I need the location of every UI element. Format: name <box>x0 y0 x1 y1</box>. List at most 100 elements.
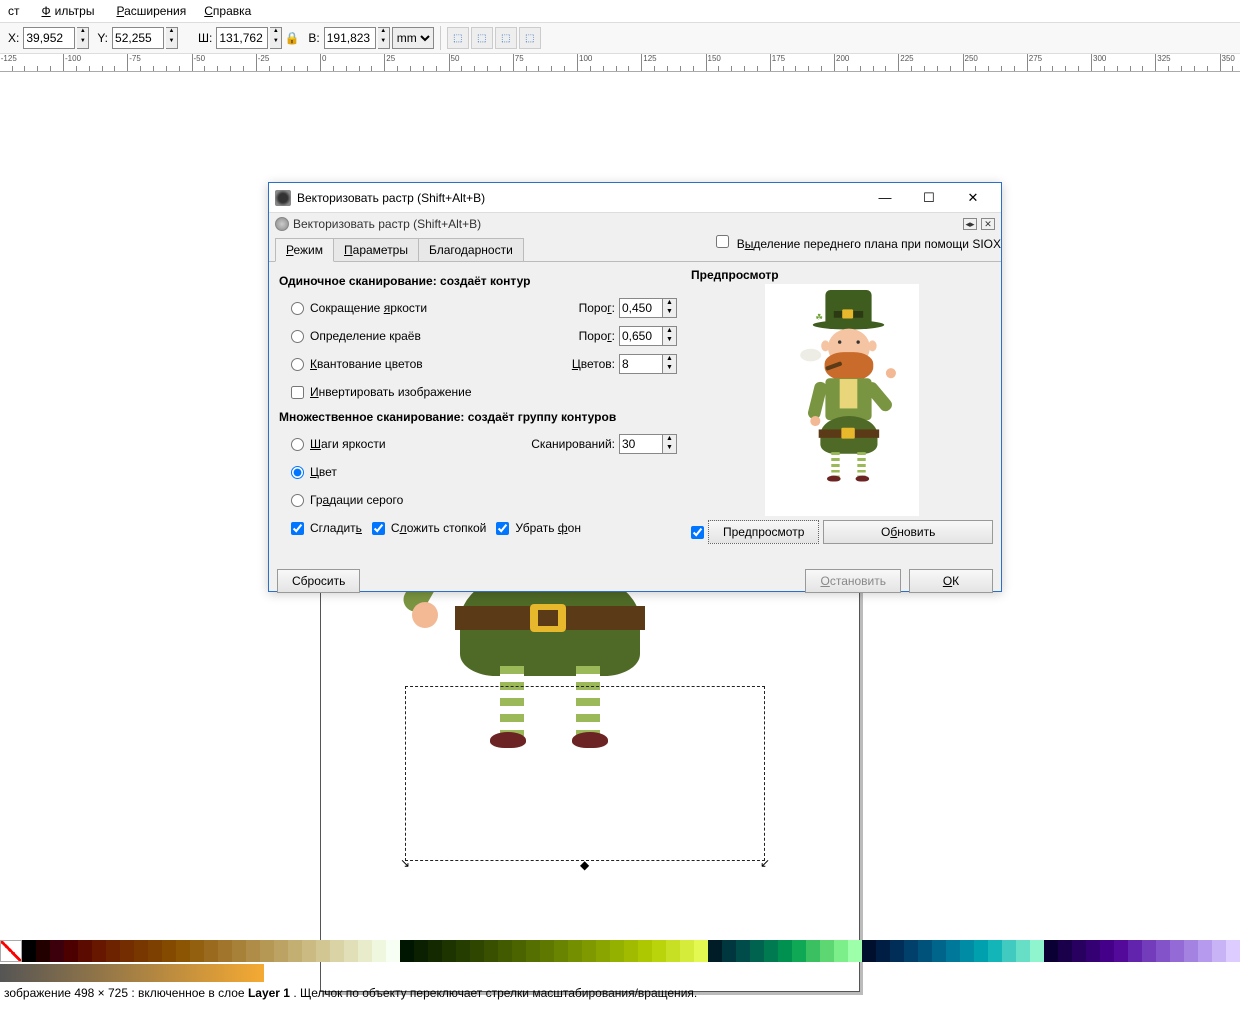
scans-input[interactable] <box>619 434 663 454</box>
resize-handle-s[interactable]: ◆ <box>580 858 590 868</box>
color-swatch[interactable] <box>120 940 134 962</box>
siox-option[interactable]: Выделение переднего плана при помощи SIO… <box>716 235 1001 261</box>
color-swatch[interactable] <box>1128 940 1142 962</box>
transform-mode-4[interactable]: ⬚ <box>519 27 541 49</box>
color-swatch[interactable] <box>498 940 512 962</box>
scans-spinner[interactable]: ▲▼ <box>663 434 677 454</box>
color-swatch[interactable] <box>1156 940 1170 962</box>
color-swatch[interactable] <box>1170 940 1184 962</box>
color-swatch[interactable] <box>176 940 190 962</box>
color-swatch[interactable] <box>1058 940 1072 962</box>
color-swatch[interactable] <box>526 940 540 962</box>
color-swatch[interactable] <box>554 940 568 962</box>
update-button[interactable]: Обновить <box>823 520 993 544</box>
siox-checkbox[interactable] <box>716 235 729 248</box>
color-swatch[interactable] <box>1212 940 1226 962</box>
menu-item-filters[interactable]: Фильтры <box>38 2 103 20</box>
color-swatch[interactable] <box>904 940 918 962</box>
transform-mode-1[interactable]: ⬚ <box>447 27 469 49</box>
color-swatch[interactable] <box>50 940 64 962</box>
tab-options[interactable]: Параметры <box>333 238 419 261</box>
grayscale-radio[interactable] <box>291 494 304 507</box>
color-swatch[interactable] <box>778 940 792 962</box>
color-swatch[interactable] <box>218 940 232 962</box>
color-swatch[interactable] <box>288 940 302 962</box>
color-swatch[interactable] <box>988 940 1002 962</box>
color-quant-radio[interactable] <box>291 358 304 371</box>
color-swatch[interactable] <box>848 940 862 962</box>
color-swatch[interactable] <box>428 940 442 962</box>
reset-button[interactable]: Сбросить <box>277 569 360 593</box>
color-swatch[interactable] <box>274 940 288 962</box>
color-swatch[interactable] <box>106 940 120 962</box>
color-swatch[interactable] <box>22 940 36 962</box>
color-swatch[interactable] <box>358 940 372 962</box>
lock-aspect-icon[interactable]: 🔒 <box>284 31 300 45</box>
color-swatch[interactable] <box>1030 940 1044 962</box>
dialog-titlebar[interactable]: Векторизовать растр (Shift+Alt+B) — ☐ ✕ <box>269 183 1001 213</box>
resize-handle-se[interactable]: ↙ <box>760 856 770 866</box>
w-input[interactable] <box>216 27 268 49</box>
brightness-steps-radio[interactable] <box>291 438 304 451</box>
tab-mode[interactable]: Режим <box>275 238 334 262</box>
color-swatch[interactable] <box>1016 940 1030 962</box>
color-swatch[interactable] <box>736 940 750 962</box>
minimize-button[interactable]: — <box>863 184 907 212</box>
color-swatch[interactable] <box>512 940 526 962</box>
menu-item-help[interactable]: Справка <box>200 2 255 20</box>
color-swatch[interactable] <box>1100 940 1114 962</box>
color-swatch[interactable] <box>834 940 848 962</box>
color-swatch[interactable] <box>666 940 680 962</box>
brightness-cutoff-radio[interactable] <box>291 302 304 315</box>
color-swatch[interactable] <box>820 940 834 962</box>
dock-controls[interactable]: ◂▸✕ <box>963 218 995 230</box>
stack-checkbox[interactable] <box>372 522 385 535</box>
threshold1-spinner[interactable]: ▲▼ <box>663 298 677 318</box>
close-button[interactable]: ✕ <box>951 184 995 212</box>
fill-gradient-preview[interactable] <box>0 964 264 982</box>
color-swatch[interactable] <box>316 940 330 962</box>
color-swatch[interactable] <box>1184 940 1198 962</box>
color-swatch[interactable] <box>484 940 498 962</box>
color-swatch[interactable] <box>456 940 470 962</box>
y-spinner[interactable]: ▲▼ <box>166 27 178 49</box>
color-swatch[interactable] <box>568 940 582 962</box>
color-swatch[interactable] <box>1142 940 1156 962</box>
color-swatch[interactable] <box>596 940 610 962</box>
color-swatch[interactable] <box>148 940 162 962</box>
color-swatch[interactable] <box>1114 940 1128 962</box>
color-swatch[interactable] <box>1198 940 1212 962</box>
color-swatch[interactable] <box>134 940 148 962</box>
color-swatch[interactable] <box>876 940 890 962</box>
threshold1-input[interactable] <box>619 298 663 318</box>
smooth-checkbox[interactable] <box>291 522 304 535</box>
transform-mode-3[interactable]: ⬚ <box>495 27 517 49</box>
color-palette[interactable] <box>0 940 1240 962</box>
color-swatch[interactable] <box>722 940 736 962</box>
color-swatch[interactable] <box>862 940 876 962</box>
transform-mode-2[interactable]: ⬚ <box>471 27 493 49</box>
color-swatch[interactable] <box>764 940 778 962</box>
threshold2-input[interactable] <box>619 326 663 346</box>
color-swatch[interactable] <box>792 940 806 962</box>
h-input[interactable] <box>324 27 376 49</box>
color-swatch[interactable] <box>610 940 624 962</box>
color-swatch[interactable] <box>1072 940 1086 962</box>
color-swatch[interactable] <box>974 940 988 962</box>
colors-spinner[interactable]: ▲▼ <box>663 354 677 374</box>
color-swatch[interactable] <box>162 940 176 962</box>
colors-input[interactable] <box>619 354 663 374</box>
color-swatch[interactable] <box>1086 940 1100 962</box>
live-preview-toggle[interactable]: Предпросмотр <box>708 520 819 544</box>
color-swatch[interactable] <box>372 940 386 962</box>
color-swatch[interactable] <box>36 940 50 962</box>
color-swatch[interactable] <box>92 940 106 962</box>
color-swatch[interactable] <box>400 940 414 962</box>
ok-button[interactable]: ОК <box>909 569 993 593</box>
color-swatch[interactable] <box>246 940 260 962</box>
color-swatch[interactable] <box>1226 940 1240 962</box>
menu-item-text[interactable]: ст <box>0 2 28 20</box>
live-preview-checkbox[interactable] <box>691 526 704 539</box>
no-color-swatch[interactable] <box>0 940 22 962</box>
color-swatch[interactable] <box>302 940 316 962</box>
